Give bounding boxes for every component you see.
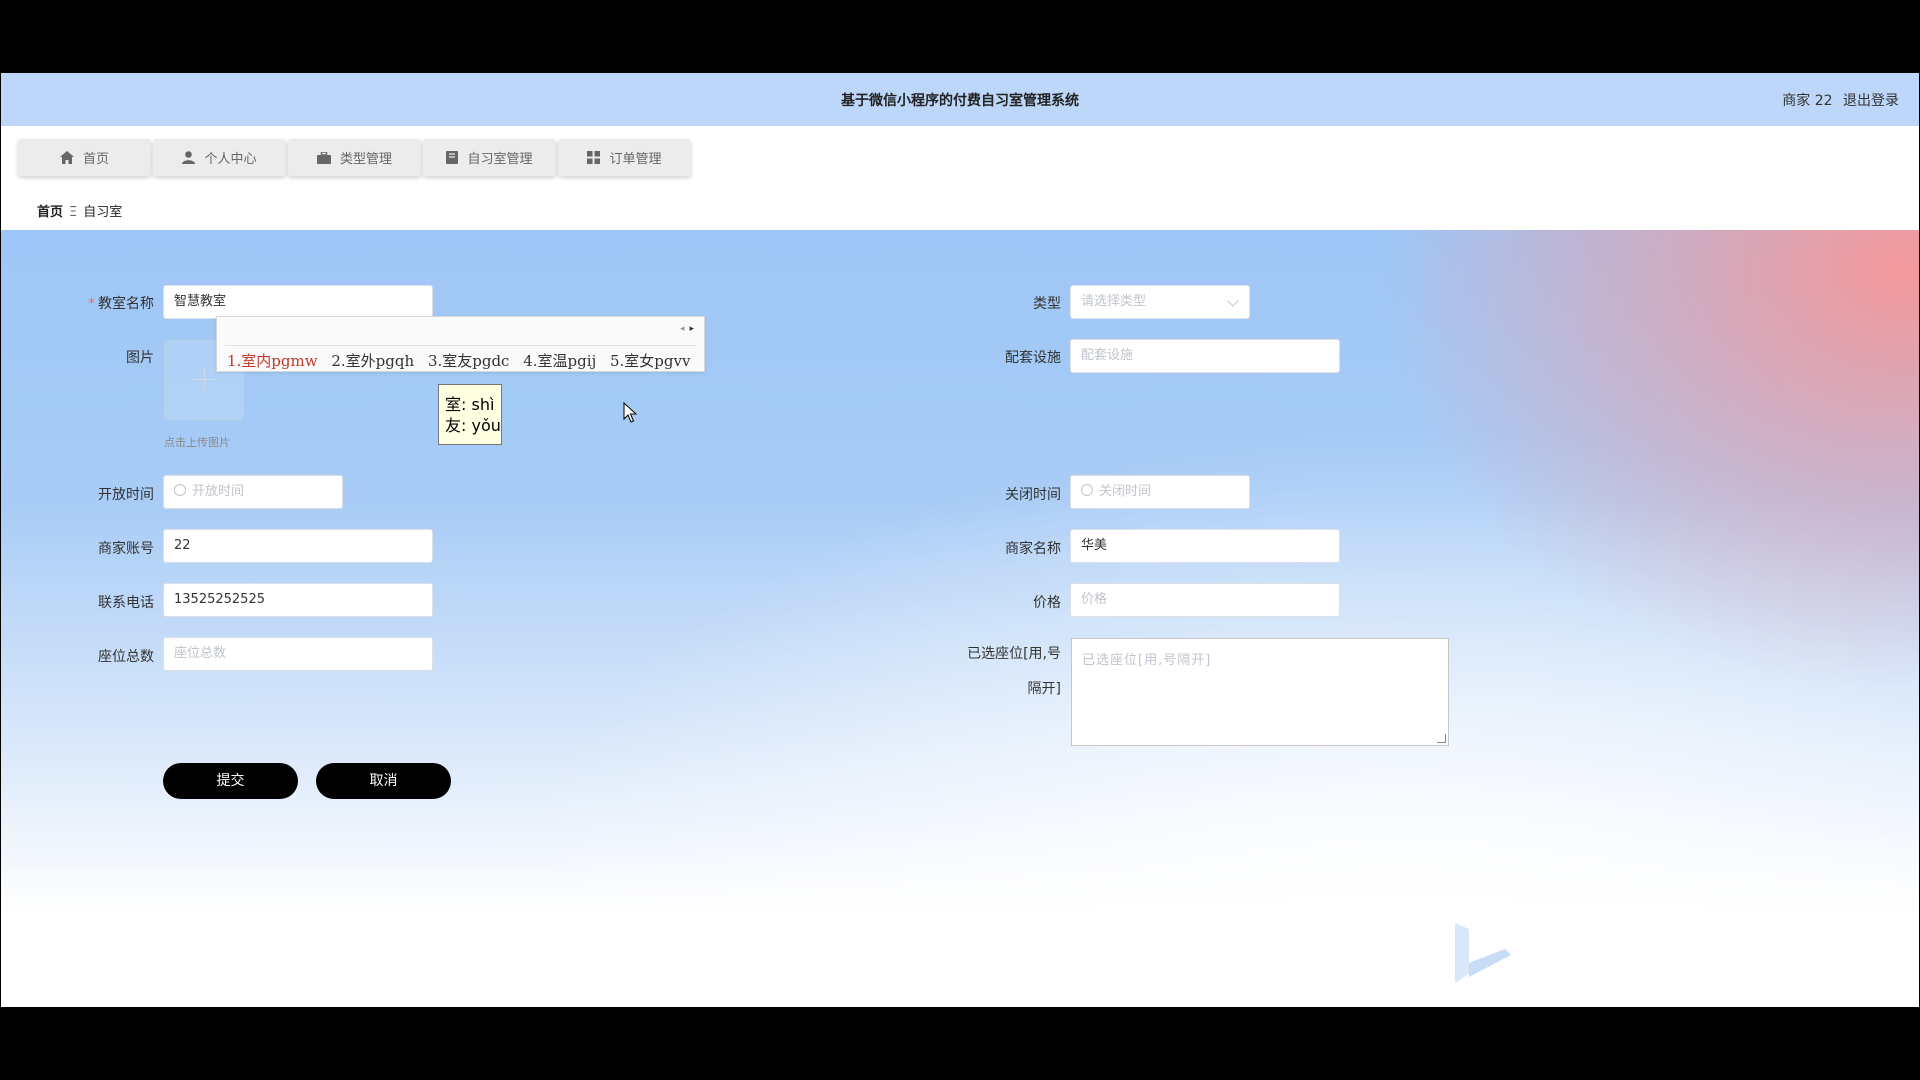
label-image: 图片 xyxy=(126,350,154,366)
tab-personal-center-label: 个人中心 xyxy=(204,152,257,167)
tab-study-room-management-label: 自习室管理 xyxy=(467,152,533,167)
ime-candidate[interactable]: 1.室内pgmw xyxy=(227,352,318,370)
label-classroom-name: * 教室名称 xyxy=(88,296,154,312)
classroom-name-input[interactable]: 智慧教室 xyxy=(163,285,433,319)
system-title: 基于微信小程序的付费自习室管理系统 xyxy=(841,93,1079,109)
mouse-cursor-icon xyxy=(623,402,637,423)
tab-order-management[interactable]: 订单管理 xyxy=(558,139,691,176)
seat-total-input[interactable]: 座位总数 xyxy=(163,637,433,671)
pinyin-tooltip: 室: shì 友: yǒu xyxy=(438,384,502,445)
tab-order-management-label: 订单管理 xyxy=(609,152,662,167)
submit-button[interactable]: 提交 xyxy=(163,763,298,799)
ime-candidate[interactable]: 2.室外pgqh xyxy=(331,352,414,370)
tab-personal-center[interactable]: 个人中心 xyxy=(153,139,286,176)
label-close-time: 关闭时间 xyxy=(1005,487,1061,503)
chevron-down-icon xyxy=(1227,295,1239,307)
book-icon xyxy=(446,151,459,164)
merchant-account-input[interactable]: 22 xyxy=(163,529,433,563)
logout-link[interactable]: 退出登录 xyxy=(1843,93,1899,109)
cancel-button[interactable]: 取消 xyxy=(316,763,451,799)
tab-type-management[interactable]: 类型管理 xyxy=(288,139,421,176)
ime-candidate[interactable]: 5.室女pgvv xyxy=(610,352,690,370)
grid-icon xyxy=(587,151,601,164)
tab-study-room-management[interactable]: 自习室管理 xyxy=(423,139,556,176)
breadcrumb-current: 自习室 xyxy=(83,205,123,220)
main-nav: 首页 个人中心 类型管理 自习室管理 订单管理 xyxy=(18,139,693,176)
price-input[interactable]: 价格 xyxy=(1070,583,1340,617)
breadcrumb: 首页 Ξ 自习室 xyxy=(37,201,122,220)
label-type: 类型 xyxy=(1033,296,1061,312)
label-seat-total: 座位总数 xyxy=(98,649,154,665)
type-select[interactable]: 请选择类型 xyxy=(1070,285,1250,319)
watermark-logo-icon xyxy=(1455,923,1511,983)
label-facilities: 配套设施 xyxy=(1005,350,1061,366)
required-mark: * xyxy=(88,296,95,312)
tab-home[interactable]: 首页 xyxy=(18,139,151,176)
open-time-picker[interactable]: 开放时间 xyxy=(163,475,343,509)
ime-candidate[interactable]: 4.室温pgij xyxy=(523,352,596,370)
ime-candidate[interactable]: 3.室友pgdc xyxy=(428,352,510,370)
label-open-time: 开放时间 xyxy=(98,487,154,503)
ime-page-arrows[interactable]: ◂ ▸ xyxy=(680,324,694,334)
breadcrumb-separator: Ξ xyxy=(69,205,78,220)
user-area: 商家 22 退出登录 xyxy=(1776,90,1899,110)
home-icon xyxy=(59,151,74,164)
app-window: 基于微信小程序的付费自习室管理系统 商家 22 退出登录 首页 个人中心 类型管… xyxy=(1,73,1919,1007)
close-time-picker[interactable]: 关闭时间 xyxy=(1070,475,1250,509)
clock-icon xyxy=(174,484,186,496)
tab-type-management-label: 类型管理 xyxy=(339,152,392,167)
upload-tip: 点击上传图片 xyxy=(164,436,230,449)
user-name: 商家 22 xyxy=(1782,93,1833,109)
ime-candidate-window: ◂ ▸ 1.室内pgmw 2.室外pgqh 3.室友pgdc 4.室温pgij 5… xyxy=(216,316,705,372)
briefcase-icon xyxy=(316,151,331,164)
merchant-name-input[interactable]: 华美 xyxy=(1070,529,1340,563)
tab-home-label: 首页 xyxy=(82,152,109,167)
selected-seats-textarea[interactable]: 已选座位[用,号隔开] xyxy=(1071,638,1449,746)
label-phone: 联系电话 xyxy=(98,595,154,611)
resize-handle[interactable] xyxy=(1437,734,1446,743)
label-merchant-name: 商家名称 xyxy=(1005,541,1061,557)
user-icon xyxy=(182,151,196,164)
ime-divider xyxy=(225,345,696,346)
breadcrumb-home[interactable]: 首页 xyxy=(37,205,63,220)
ime-candidates: 1.室内pgmw 2.室外pgqh 3.室友pgdc 4.室温pgij 5.室女… xyxy=(227,350,699,371)
label-price: 价格 xyxy=(1033,595,1061,611)
clock-icon xyxy=(1081,484,1093,496)
label-merchant-account: 商家账号 xyxy=(98,541,154,557)
facilities-input[interactable]: 配套设施 xyxy=(1070,339,1340,373)
phone-input[interactable]: 13525252525 xyxy=(163,583,433,617)
label-selected-seats: 已选座位[用,号 隔开] xyxy=(967,646,1061,697)
header-bar: 基于微信小程序的付费自习室管理系统 商家 22 退出登录 xyxy=(1,73,1919,126)
